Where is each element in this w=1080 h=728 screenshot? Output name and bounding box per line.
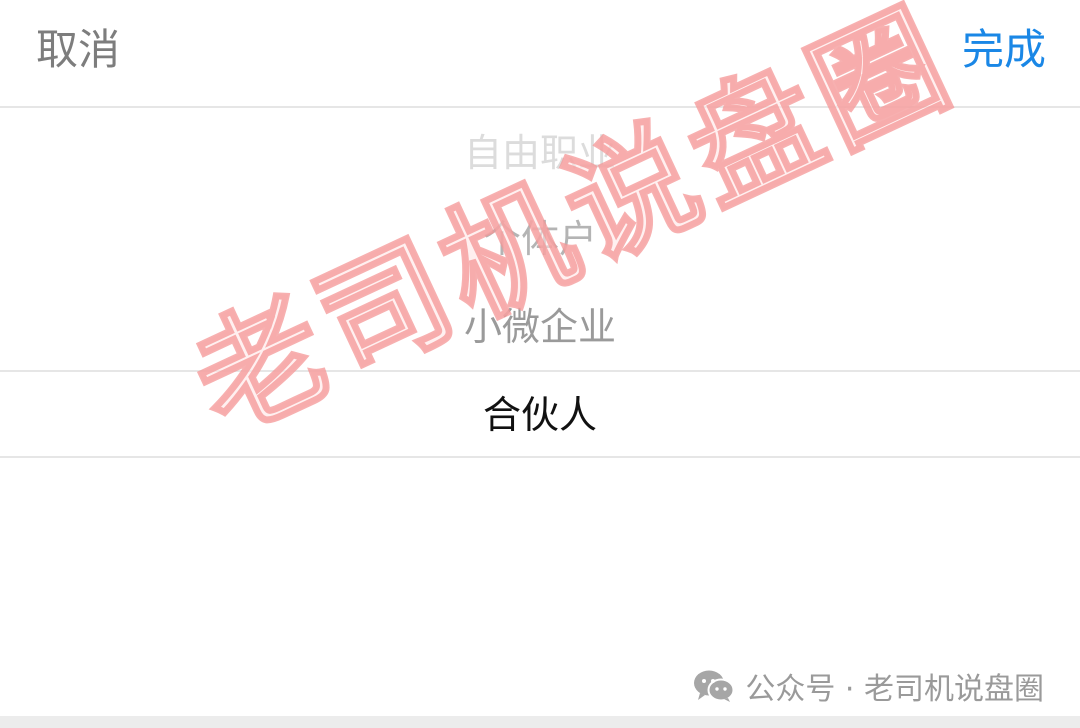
- cancel-button[interactable]: 取消: [36, 22, 120, 78]
- occupation-picker[interactable]: 自由职业 个体户 小微企业 合伙人: [0, 108, 1080, 668]
- picker-option[interactable]: 个体户: [0, 214, 1080, 264]
- done-button[interactable]: 完成: [962, 22, 1046, 78]
- selection-top-divider: [0, 370, 1080, 372]
- bottom-strip: [0, 716, 1080, 728]
- selection-bottom-divider: [0, 456, 1080, 458]
- picker-sheet: 取消 完成 自由职业 个体户 小微企业 合伙人 老司机说盘圈 公众号 · 老司机…: [0, 0, 1080, 716]
- footer-text: 公众号 · 老司机说盘圈: [745, 672, 1044, 707]
- picker-option[interactable]: 自由职业: [0, 128, 1080, 178]
- wechat-icon: [694, 670, 735, 702]
- footer-attribution: 公众号 · 老司机说盘圈: [693, 664, 1044, 708]
- picker-option[interactable]: 小微企业: [0, 302, 1080, 352]
- picker-option-selected[interactable]: 合伙人: [0, 390, 1080, 440]
- picker-toolbar: 取消 完成: [0, 0, 1080, 108]
